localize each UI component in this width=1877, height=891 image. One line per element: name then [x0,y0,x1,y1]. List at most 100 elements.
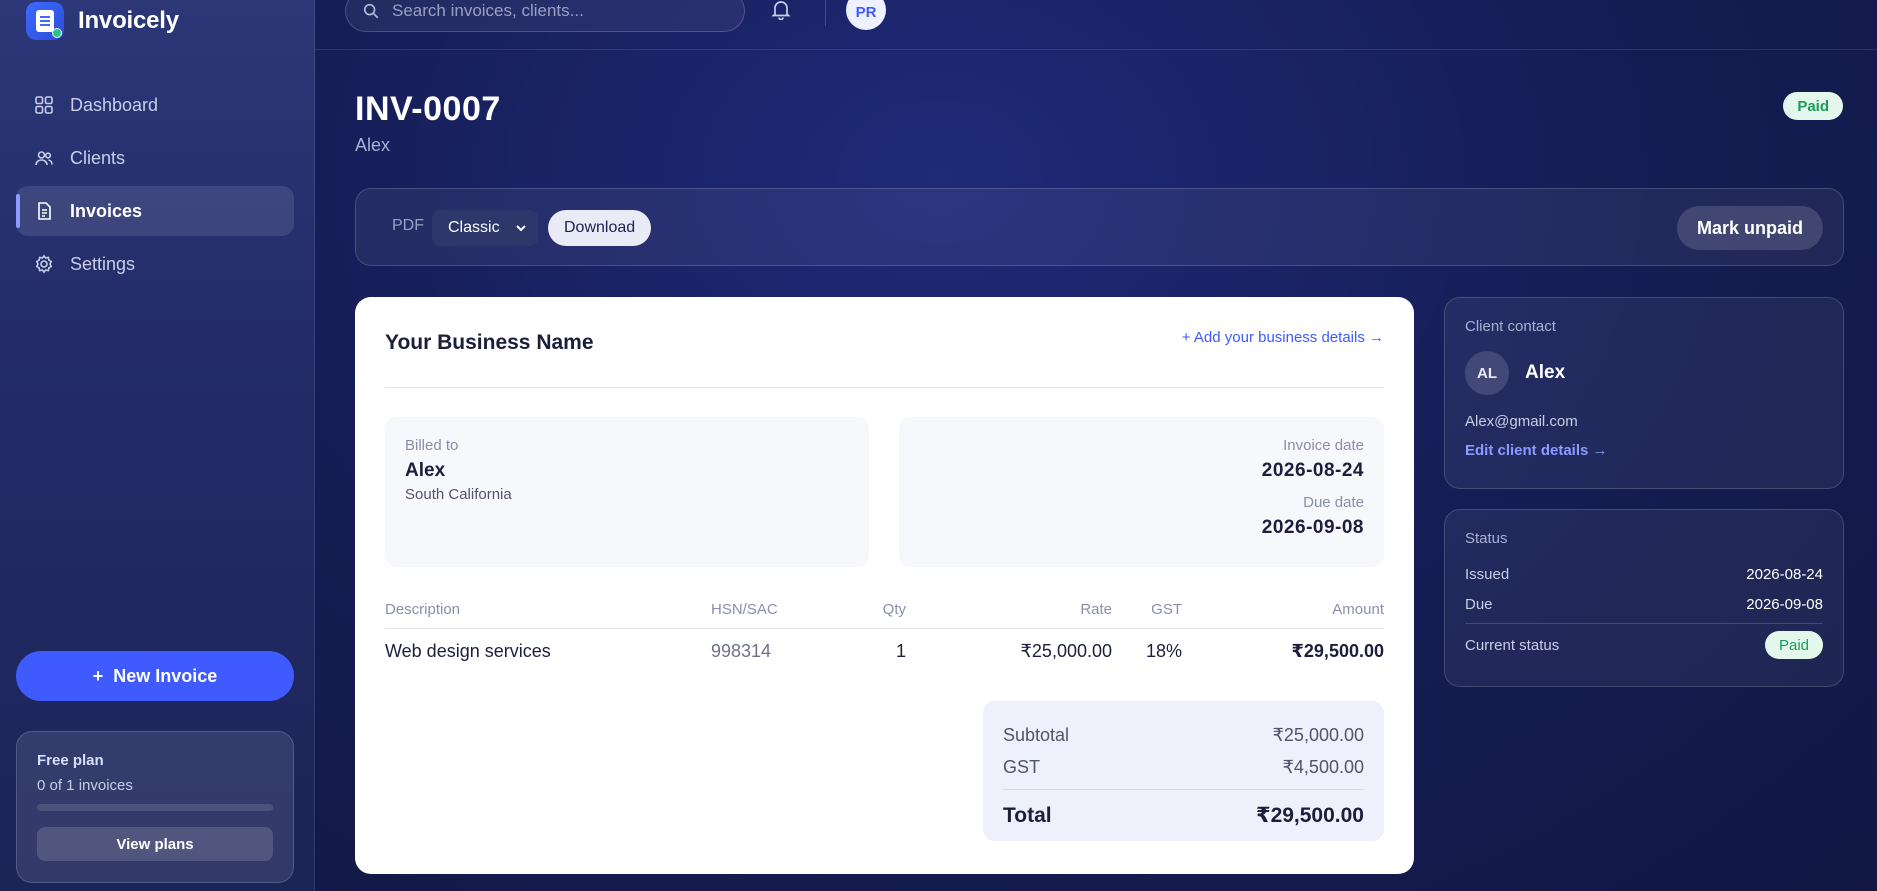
client-avatar: AL [1465,351,1509,395]
col-qty: Qty [882,601,906,618]
total-label: Total [1003,803,1052,827]
status-divider [1465,623,1823,624]
plan-title: Free plan [37,752,104,769]
invoice-date-label: Invoice date [1283,437,1364,454]
due-value: 2026-09-08 [1746,595,1823,613]
issued-label: Issued [1465,565,1510,583]
col-description: Description [385,601,461,618]
table-row: Web design services 998314 1 ₹25,000.00 … [385,633,1384,681]
dashboard-icon [34,95,54,115]
item-qty: 1 [895,641,906,661]
billed-to-label: Billed to [405,437,459,454]
col-gst: GST [1151,601,1182,618]
pdf-label: PDF [392,217,424,234]
sidebar-item-dashboard[interactable]: Dashboard [16,80,294,130]
sidebar-item-clients[interactable]: Clients [16,133,294,183]
col-rate: Rate [1080,601,1112,618]
item-amount: ₹29,500.00 [1291,641,1384,661]
col-hsn: HSN/SAC [711,601,778,618]
main-content: PR INV-0007 Alex Paid PDF Classic Downlo… [315,0,1877,891]
add-business-details-link[interactable]: + Add your business details → [1182,329,1384,346]
due-label: Due [1465,595,1493,613]
client-contact-title: Client contact [1465,318,1556,335]
search-input[interactable] [392,1,722,21]
subtotal-row: Subtotal ₹25,000.00 [1003,719,1364,751]
sidebar-item-settings[interactable]: Settings [16,239,294,289]
document-icon [34,201,54,221]
sidebar-item-label: Dashboard [70,94,159,115]
billed-to-name: Alex [405,460,446,481]
item-description: Web design services [385,641,551,661]
new-invoice-button[interactable]: + New Invoice [16,651,294,701]
sidebar-item-label: Clients [70,147,126,168]
sidebar-nav: Dashboard Clients Invoices Settings [16,80,294,292]
brand[interactable]: Invoicely [26,2,179,40]
invoice-preview-card: Your Business Name + Add your business d… [355,297,1414,874]
bell-icon [771,1,791,21]
col-amount: Amount [1332,601,1384,618]
client-contact-panel: Client contact AL Alex Alex@gmail.com Ed… [1444,297,1844,489]
due-row: Due 2026-09-08 [1465,589,1823,619]
gst-row: GST ₹4,500.00 [1003,751,1364,783]
search-box[interactable] [345,0,745,32]
client-email: Alex@gmail.com [1465,413,1578,430]
item-rate: ₹25,000.00 [1020,641,1112,661]
current-status-row: Current status Paid [1465,630,1823,660]
status-badge: Paid [1764,631,1823,659]
chevron-down-icon [516,225,526,232]
invoice-client-name: Alex [355,135,391,155]
total-value: ₹29,500.00 [1255,804,1364,827]
plan-card: Free plan 0 of 1 invoices View plans [16,731,294,883]
card-divider [385,387,1384,388]
gst-label: GST [1003,756,1041,777]
gear-icon [34,254,54,274]
new-invoice-label: New Invoice [113,665,218,686]
client-name: Alex [1525,362,1566,383]
status-panel-title: Status [1465,530,1508,547]
notifications-button[interactable] [770,0,794,22]
topbar: PR [315,0,1877,50]
billed-to-address: South California [405,486,512,503]
issued-row: Issued 2026-08-24 [1465,559,1823,589]
plus-icon: + [92,665,104,686]
edit-client-details-link[interactable]: Edit client details → [1465,442,1608,459]
issued-value: 2026-08-24 [1746,565,1823,583]
search-icon [363,3,379,19]
status-badge: Paid [1783,92,1843,120]
items-table-header: Description HSN/SAC Qty Rate GST Amount [385,601,1384,629]
plan-usage-count: 0 of 1 invoices [37,777,133,794]
status-panel: Status Issued 2026-08-24 Due 2026-09-08 … [1444,509,1844,687]
dates-box: Invoice date 2026-08-24 Due date 2026-09… [899,417,1384,567]
totals-box: Subtotal ₹25,000.00 GST ₹4,500.00 Total … [983,701,1384,841]
app-name: Invoicely [78,7,179,34]
pdf-template-value: Classic [448,219,500,236]
due-date-value: 2026-09-08 [1261,517,1364,538]
plan-usage-bar [37,804,273,811]
invoicely-logo-icon [26,2,64,40]
view-plans-button[interactable]: View plans [37,827,273,861]
sidebar: Invoicely Dashboard Clients Invoices Set… [0,0,315,891]
sidebar-item-label: Invoices [70,200,143,221]
gst-value: ₹4,500.00 [1282,756,1364,777]
business-name: Your Business Name [385,331,594,354]
invoice-date-value: 2026-08-24 [1261,460,1364,481]
invoice-toolbar: PDF Classic Download Mark unpaid [355,188,1844,266]
item-hsn: 998314 [711,641,772,661]
current-status-label: Current status [1465,636,1560,654]
sidebar-item-label: Settings [70,253,136,274]
billed-to-box: Billed to Alex South California [385,417,869,567]
item-gst: 18% [1145,641,1182,661]
topbar-divider [825,0,826,26]
user-avatar[interactable]: PR [846,0,886,30]
users-icon [34,148,54,168]
subtotal-value: ₹25,000.00 [1272,724,1364,745]
download-button[interactable]: Download [548,210,652,246]
mark-unpaid-button[interactable]: Mark unpaid [1676,206,1823,250]
pdf-template-select[interactable]: Classic [432,210,538,246]
due-date-label: Due date [1303,494,1364,511]
invoice-number: INV-0007 [355,90,501,128]
client-contact-row: AL Alex [1465,351,1823,395]
total-row: Total ₹29,500.00 [1003,789,1364,831]
subtotal-label: Subtotal [1003,724,1070,745]
sidebar-item-invoices[interactable]: Invoices [16,186,294,236]
